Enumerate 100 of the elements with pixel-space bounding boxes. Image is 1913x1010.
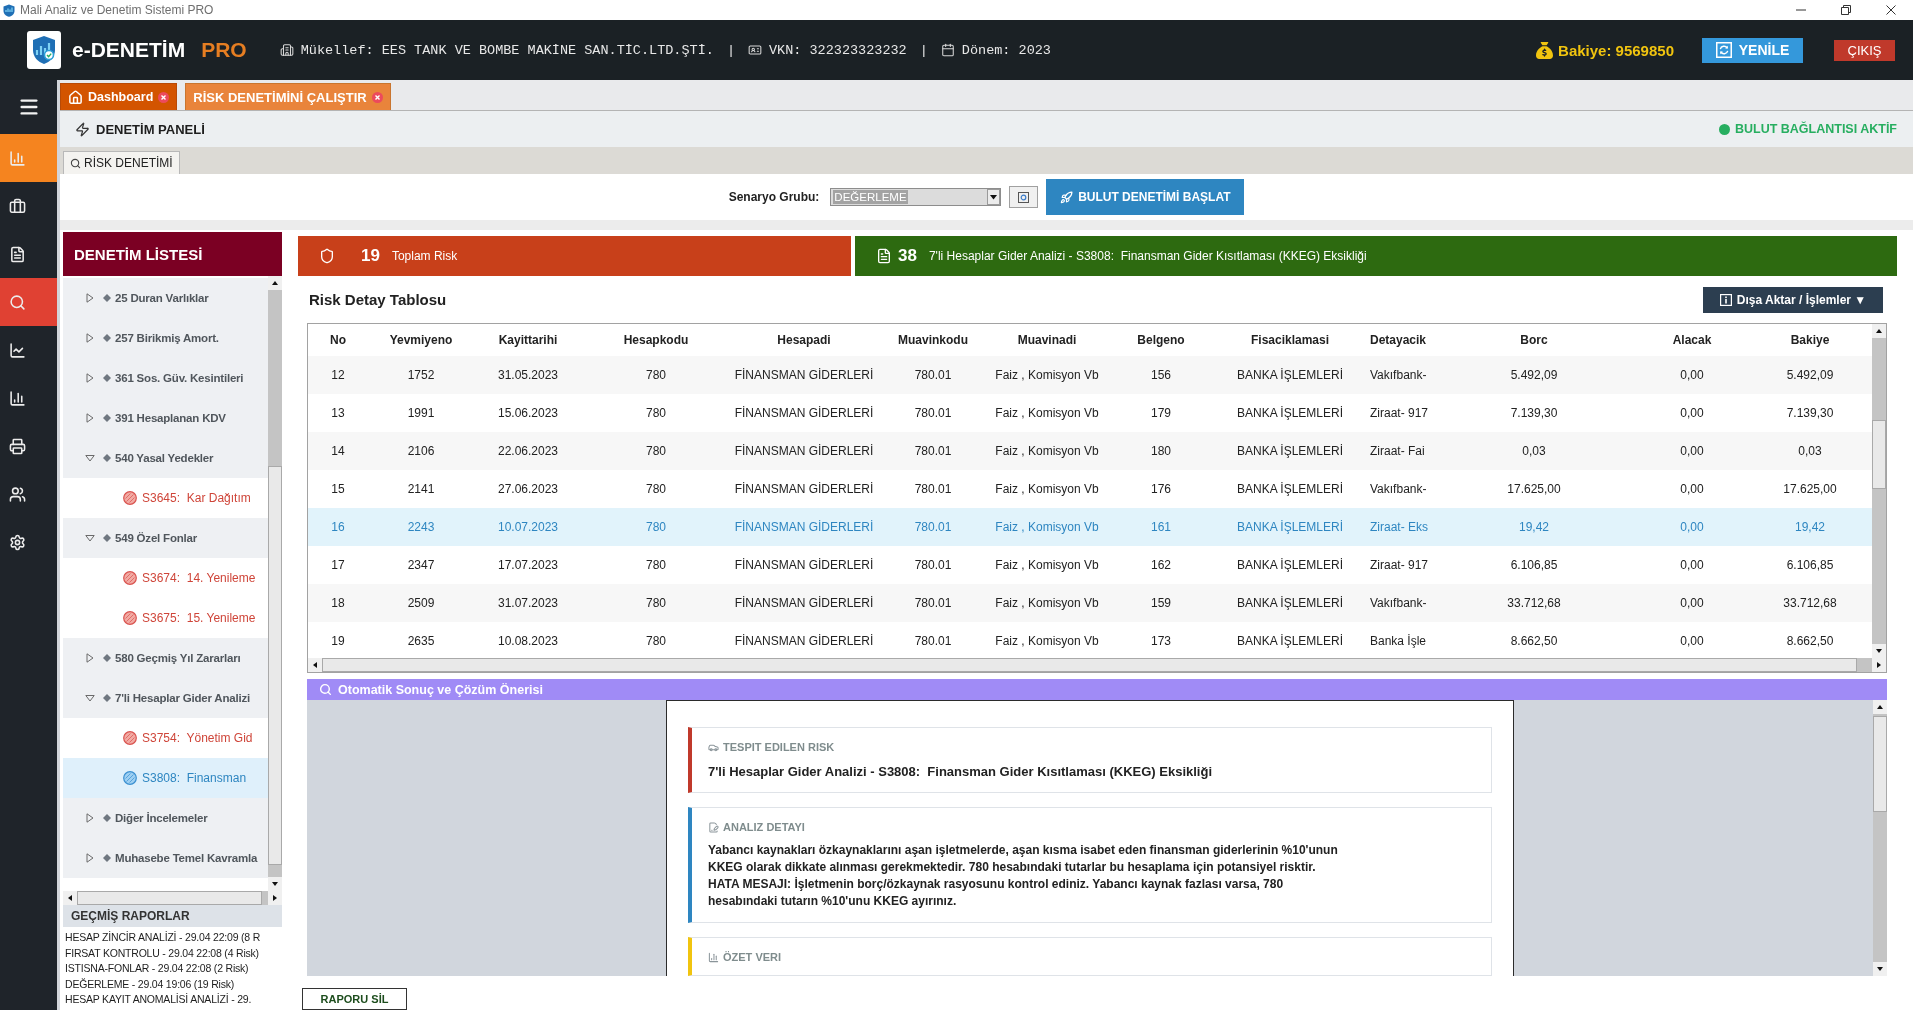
triangle-down-icon[interactable] — [85, 693, 95, 703]
column-header[interactable]: Muavinkodu — [878, 333, 988, 347]
tree-node[interactable]: 25 Duran Varlıklar — [63, 278, 268, 318]
table-cell-text: 0,03 — [1521, 444, 1547, 458]
exit-button[interactable]: ÇIKIŞ — [1834, 39, 1895, 61]
history-item[interactable]: ISTISNA-FONLAR - 29.04 22:08 (2 Risk) — [65, 961, 280, 977]
vertical-scrollbar[interactable] — [1872, 324, 1886, 658]
column-header[interactable]: No — [308, 333, 368, 347]
line-chart-icon — [9, 341, 26, 359]
table-row[interactable]: 12 1752 31.05.2023 780 FİNANSMAN GİDERLERİ 780.01 Faiz , Komisyon Vb 156 BANKA İŞLEMLERİ Vakıfbank- 5.492,09 0,00 5.492,09 — [308, 356, 1872, 394]
table-cell-text: 0,00 — [1679, 444, 1705, 458]
table-cell-text: 6.106,85 — [1509, 558, 1559, 572]
column-header[interactable]: Borc — [1436, 333, 1632, 347]
table-cell-text: 0,00 — [1679, 558, 1705, 572]
bar-chart-icon — [708, 951, 719, 963]
scrollbar-thumb[interactable] — [1872, 420, 1886, 489]
tree-node[interactable]: 7'li Hesaplar Gider Analizi — [63, 678, 268, 718]
subtab[interactable]: RİSK DENETİMİ — [63, 151, 180, 174]
column-header[interactable]: Belgeno — [1106, 333, 1216, 347]
table-row[interactable]: 18 2509 31.07.2023 780 FİNANSMAN GİDERLERİ 780.01 Faiz , Komisyon Vb 159 BANKA İŞLEMLERİ Vakıfbank- 33.712,68 0,00 33.712,68 — [308, 584, 1872, 622]
table-row[interactable]: 16 2243 10.07.2023 780 FİNANSMAN GİDERLERİ 780.01 Faiz , Komisyon Vb 161 BANKA İŞLEMLERİ Ziraat- Eks 19,42 0,00 19,42 — [308, 508, 1872, 546]
triangle-right-icon[interactable] — [85, 653, 95, 663]
window-title: Mali Analiz ve Denetim Sistemi PRO — [20, 3, 214, 17]
column-header[interactable]: Fisaciklamasi — [1216, 333, 1364, 347]
tree-item[interactable]: S3808: Finansman — [63, 758, 268, 798]
tree-node[interactable]: 540 Yasal Yedekler — [63, 438, 268, 478]
triangle-right-icon[interactable] — [85, 373, 95, 383]
tree-node[interactable]: 580 Geçmiş Yıl Zararları — [63, 638, 268, 678]
triangle-right-icon[interactable] — [85, 413, 95, 423]
edit-document-icon — [708, 821, 719, 833]
column-header[interactable]: Muavinadi — [988, 333, 1106, 347]
column-header[interactable]: Alacak — [1632, 333, 1752, 347]
scrollbar-thumb[interactable] — [268, 465, 282, 866]
tree-node[interactable]: 549 Özel Fonlar — [63, 518, 268, 558]
table-cell-text: 780.01 — [913, 368, 953, 382]
scrollbar-thumb[interactable] — [1873, 716, 1887, 812]
column-header[interactable]: Detayacik — [1364, 333, 1436, 347]
table-cell-text: 180 — [1150, 444, 1172, 458]
vertical-scrollbar[interactable] — [268, 276, 282, 891]
summary-label: Toplam Risk — [391, 249, 458, 263]
delete-report-button[interactable]: RAPORU SİL — [302, 988, 407, 1010]
column-header[interactable]: Kayittarihi — [474, 333, 582, 347]
scrollbar-thumb[interactable] — [77, 891, 263, 905]
table-cell-text: 780.01 — [913, 634, 953, 648]
table-row[interactable]: 14 2106 22.06.2023 780 FİNANSMAN GİDERLERİ 780.01 Faiz , Komisyon Vb 180 BANKA İŞLEMLERİ Ziraat- Fai 0,03 0,00 0,03 — [308, 432, 1872, 470]
triangle-right-icon[interactable] — [85, 853, 95, 863]
tab[interactable]: Dashboard — [60, 83, 178, 110]
tree-node[interactable]: 361 Sos. Güv. Kesintileri — [63, 358, 268, 398]
small-action-button[interactable] — [1009, 186, 1039, 208]
table-cell-text: Faiz , Komisyon Vb — [994, 482, 1100, 496]
table-cell-text: 2141 — [406, 482, 436, 496]
history-item[interactable]: FIRSAT KONTROLU - 29.04 22:08 (4 Risk) — [65, 945, 280, 961]
column-header[interactable]: Yevmiyeno — [368, 333, 474, 347]
table-cell-text: 780 — [645, 482, 667, 496]
section-heading: TESPIT EDILEN RISK — [723, 741, 835, 753]
caret-down-icon[interactable] — [987, 189, 1001, 205]
table-cell-text: FİNANSMAN GİDERLERİ — [733, 482, 875, 496]
search-icon — [319, 683, 332, 696]
history-item[interactable]: HESAP ZİNCİR ANALİZİ - 29.04 22:09 (8 R — [65, 930, 280, 946]
column-header[interactable]: Hesapadi — [730, 333, 878, 347]
table-cell-text: 1752 — [406, 368, 436, 382]
table-cell-text: 15 — [330, 482, 346, 496]
tree-node[interactable]: 391 Hesaplanan KDV — [63, 398, 268, 438]
triangle-down-icon[interactable] — [85, 453, 95, 463]
horizontal-scrollbar[interactable] — [63, 891, 282, 905]
export-button[interactable]: Dışa Aktar / İşlemler ▼ — [1703, 286, 1883, 313]
info-text: Dönem: 2023 — [961, 42, 1051, 58]
column-header[interactable]: Hesapkodu — [582, 333, 730, 347]
status-dot-icon — [123, 571, 137, 585]
table-cell-text: FİNANSMAN GİDERLERİ — [733, 406, 875, 420]
table-cell-text: 0,03 — [1797, 444, 1823, 458]
table-cell-text: Vakıfbank- — [1369, 596, 1428, 610]
document-icon — [876, 248, 892, 264]
status-dot-icon — [123, 771, 137, 785]
triangle-right-icon[interactable] — [85, 333, 95, 343]
column-header[interactable]: Bakiye — [1752, 333, 1868, 347]
tree-node[interactable]: Diğer İncelemeler — [63, 798, 268, 838]
vertical-scrollbar[interactable] — [1873, 700, 1887, 976]
diamond-icon — [103, 294, 111, 302]
table-cell-text: 0,00 — [1679, 520, 1705, 534]
close-icon[interactable] — [371, 91, 383, 103]
history-item[interactable]: DEĞERLEME - 29.04 19:06 (19 Risk) — [65, 976, 280, 992]
close-icon[interactable] — [158, 91, 170, 103]
info-icon — [1719, 293, 1732, 306]
table-cell-text: BANKA İŞLEMLERİ — [1235, 634, 1344, 648]
list-header: DENETİM LİSTESİ — [63, 232, 282, 276]
history-item[interactable]: HESAP KAYIT ANOMALİSİ ANALİZİ - 29. — [65, 992, 280, 1008]
money-bag-icon — [1536, 41, 1554, 59]
tree-node[interactable]: Muhasebe Temel Kavramla — [63, 838, 268, 878]
start-audit-button[interactable]: BULUT DENETİMİ BAŞLAT — [1046, 179, 1245, 215]
printer-icon — [9, 437, 26, 455]
table-cell-text: 10.07.2023 — [496, 520, 560, 534]
triangle-right-icon[interactable] — [85, 813, 95, 823]
home-icon — [68, 89, 83, 105]
triangle-down-icon[interactable] — [85, 533, 95, 543]
brand-name: e-DENETİM — [72, 38, 186, 62]
document-icon — [9, 245, 26, 263]
tree-node[interactable]: 257 Birikmiş Amort. — [63, 318, 268, 358]
triangle-right-icon[interactable] — [85, 293, 95, 303]
table-title: Risk Detay Tablosu — [309, 291, 447, 308]
